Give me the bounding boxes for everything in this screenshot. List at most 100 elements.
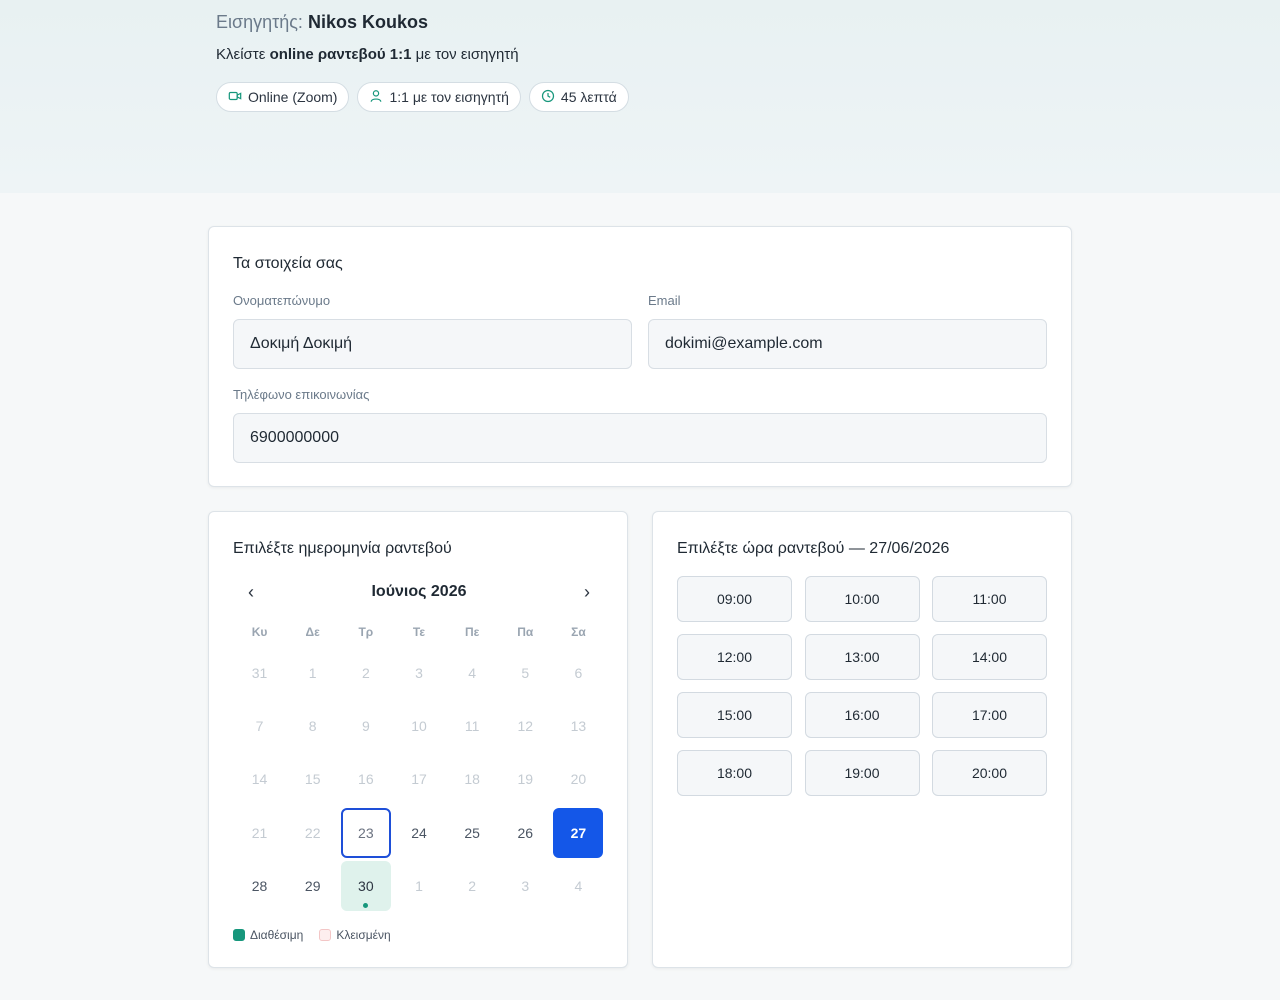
calendar-day: 8 [286, 699, 339, 752]
day-number: 19 [517, 771, 534, 788]
calendar-day[interactable]: 28 [233, 860, 286, 913]
card-title: Επιλέξτε ώρα ραντεβού — 27/06/2026 [677, 540, 950, 557]
email-field[interactable]: dokimi@example.com [648, 319, 1047, 369]
subtitle-bold: online ραντεβού 1:1 [269, 46, 412, 63]
time-slot-button[interactable]: 14:00 [932, 634, 1047, 680]
day-number: 2 [468, 878, 477, 895]
calendar-day: 9 [339, 699, 392, 752]
day-number: 12 [517, 718, 534, 735]
calendar-day: 1 [392, 860, 445, 913]
time-slot-button[interactable]: 12:00 [677, 634, 792, 680]
calendar-day[interactable]: 30 [339, 860, 392, 913]
calendar-day[interactable]: 25 [446, 806, 499, 859]
calendar-header: ‹ Ιούνιος 2026 › [233, 580, 605, 604]
time-slot-button[interactable]: 09:00 [677, 576, 792, 622]
calendar-day: 6 [552, 646, 605, 699]
pill-label: 45 λεπτά [560, 89, 617, 105]
day-number: 17 [411, 771, 427, 788]
instructor-line: Εισηγητής: Nikos Koukos [216, 10, 629, 34]
time-slot-button[interactable]: 20:00 [932, 750, 1047, 796]
calendar-legend: Διαθέσιμη Κλεισμένη [233, 928, 391, 942]
day-number: 31 [251, 664, 268, 681]
name-field[interactable]: Δοκιμή Δοκιμή [233, 319, 632, 369]
pill-label: Online (Zoom) [248, 89, 338, 105]
day-number: 28 [251, 878, 268, 895]
day-number: 3 [415, 664, 423, 681]
legend-label: Διαθέσιμη [250, 928, 304, 942]
calendar-day: 31 [233, 646, 286, 699]
day-number: 24 [411, 824, 427, 841]
time-slot-button[interactable]: 19:00 [804, 750, 920, 796]
hero-content: Εισηγητής: Nikos Koukos Κλείστε online ρ… [216, 10, 629, 112]
day-number: 13 [570, 718, 587, 735]
time-slot-button[interactable]: 17:00 [932, 692, 1047, 738]
meeting-info-pills: Online (Zoom) 1:1 με τον εισηγητή 45 λεπ… [216, 82, 629, 112]
day-number: 18 [464, 771, 480, 788]
calendar-day: 15 [286, 753, 339, 806]
day-number: 22 [304, 824, 321, 841]
time-slot-button[interactable]: 18:00 [677, 750, 792, 796]
legend-available: Διαθέσιμη [233, 928, 303, 942]
day-number: 20 [570, 771, 587, 788]
card-title: Τα στοιχεία σας [233, 255, 343, 272]
calendar-day: 7 [233, 699, 286, 752]
prev-month-button[interactable]: ‹ [233, 580, 269, 604]
calendar-day[interactable]: 26 [499, 806, 552, 859]
calendar-day[interactable]: 29 [286, 860, 339, 913]
day-number: 11 [464, 718, 480, 735]
time-slot-button[interactable]: 16:00 [804, 692, 920, 738]
calendar-day: 4 [446, 646, 499, 699]
day-number: 16 [358, 771, 374, 788]
day-number: 21 [251, 824, 268, 841]
calendar-day: 10 [392, 699, 445, 752]
weekday-label: Πα [517, 625, 534, 639]
instructor-label: Εισηγητής: [216, 12, 303, 32]
time-slot-button[interactable]: 10:00 [804, 576, 920, 622]
day-number: 9 [361, 718, 370, 735]
weekday-label: Δε [305, 625, 320, 639]
calendar-day[interactable]: 24 [392, 806, 445, 859]
card-title: Επιλέξτε ημερομηνία ραντεβού [233, 540, 452, 557]
calendar-day[interactable]: 23 [339, 806, 392, 859]
time-slot-button[interactable]: 13:00 [804, 634, 920, 680]
next-month-button[interactable]: › [569, 580, 605, 604]
clock-icon [541, 89, 555, 106]
calendar-day: 5 [499, 646, 552, 699]
calendar-days: 31 1 2 3 4 5 6 7 8 9 10 11 12 13 14 15 16 17 18 19 20 21 22 23 2… [233, 646, 605, 913]
pill-label: 1:1 με τον εισηγητή [389, 89, 509, 105]
time-slot-button[interactable]: 15:00 [677, 692, 792, 738]
pill-duration: 45 λεπτά [528, 82, 629, 112]
day-number: 29 [304, 878, 321, 895]
weekday-label: Κυ [251, 625, 268, 639]
calendar-day: 3 [499, 860, 552, 913]
phone-field[interactable]: 6900000000 [233, 413, 1047, 463]
time-slot-button[interactable]: 11:00 [932, 576, 1047, 622]
weekday-label: Τε [412, 625, 426, 639]
pill-one-on-one: 1:1 με τον εισηγητή [357, 82, 521, 112]
day-number: 27 [553, 807, 604, 858]
instructor-name: Nikos Koukos [307, 12, 428, 32]
weekday-label: Σα [571, 625, 586, 639]
email-label: Email [648, 293, 681, 308]
calendar-day[interactable]: 27 [552, 806, 605, 859]
phone-label: Τηλέφωνο επικοινωνίας [233, 387, 370, 402]
calendar-day: 3 [392, 646, 445, 699]
time-slots: 09:00 10:00 11:00 12:00 13:00 14:00 15:00 16:00… [677, 576, 1047, 796]
legend-label: Κλεισμένη [336, 928, 391, 942]
calendar-day: 11 [446, 699, 499, 752]
legend-swatch [319, 929, 332, 941]
day-number: 15 [304, 771, 321, 788]
day-number: 26 [517, 824, 534, 841]
pill-online-zoom: Online (Zoom) [216, 82, 350, 112]
day-number: 10 [411, 718, 427, 735]
calendar-weekdays: Κυ Δε Τρ Τε Πε Πα Σα [233, 625, 605, 639]
user-icon [369, 89, 383, 106]
day-number: 5 [521, 664, 530, 681]
calendar-day: 1 [286, 646, 339, 699]
legend-booked: Κλεισμένη [319, 928, 391, 942]
video-camera-icon [228, 89, 242, 106]
weekday-label: Πε [464, 625, 480, 639]
calendar-day: 19 [499, 753, 552, 806]
day-number: 4 [574, 878, 583, 895]
calendar-day: 12 [499, 699, 552, 752]
